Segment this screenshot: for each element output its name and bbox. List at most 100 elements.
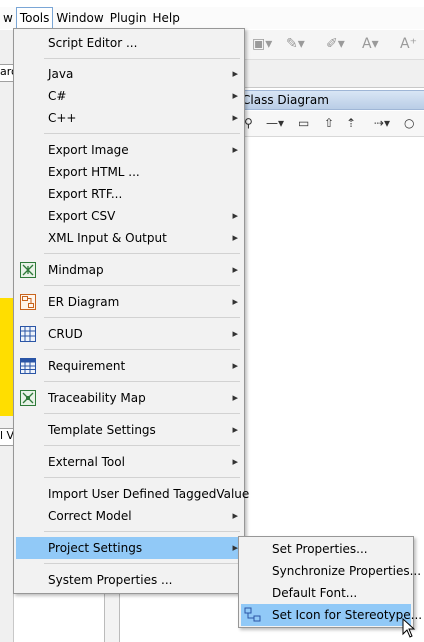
generalization-icon[interactable]: ⇧: [324, 116, 334, 130]
submenu-item-default-font[interactable]: Default Font...: [241, 582, 411, 604]
menu-item-label: Mindmap: [48, 263, 104, 277]
menu-item-label: ER Diagram: [48, 295, 120, 309]
submenu-arrow-icon: ▸: [232, 327, 238, 340]
menu-item-er-diagram[interactable]: ER Diagram ▸: [16, 291, 242, 313]
menu-view-partial[interactable]: w: [0, 7, 16, 29]
menu-tools[interactable]: Tools: [15, 7, 54, 29]
menu-item-java[interactable]: Java ▸: [16, 63, 242, 85]
class-tool-icon[interactable]: ▭: [298, 116, 309, 130]
submenu-arrow-icon: ▸: [232, 231, 238, 244]
menu-item-correct-model[interactable]: Correct Model ▸: [16, 505, 242, 527]
menu-item-traceability-map[interactable]: Traceability Map ▸: [16, 387, 242, 409]
submenu-arrow-icon: ▸: [232, 359, 238, 372]
submenu-arrow-icon: ▸: [232, 143, 238, 156]
realization-icon[interactable]: ⇡: [346, 116, 356, 130]
menu-separator: [44, 285, 240, 286]
menu-item-label: Export CSV: [48, 209, 116, 223]
submenu-item-set-properties[interactable]: Set Properties...: [241, 538, 411, 560]
submenu-arrow-icon: ▸: [232, 295, 238, 308]
line-color-icon[interactable]: ✐▾: [326, 36, 345, 52]
left-panel-tab: l Vi: [0, 428, 14, 446]
yellow-note: [0, 298, 14, 416]
menu-item-template-settings[interactable]: Template Settings ▸: [16, 419, 242, 441]
mouse-cursor-icon: [402, 618, 416, 638]
menu-help[interactable]: Help: [149, 7, 182, 29]
menu-bar: w Tools Window Plugin Help: [0, 7, 424, 29]
menu-item-export-csv[interactable]: Export CSV ▸: [16, 205, 242, 227]
menu-item-csharp[interactable]: C# ▸: [16, 85, 242, 107]
tab-bar: [240, 60, 424, 88]
menu-plugin[interactable]: Plugin: [107, 7, 150, 29]
menu-separator: [44, 317, 240, 318]
arrange-icon[interactable]: ▣▾: [252, 36, 272, 52]
menu-item-label: Project Settings: [48, 541, 143, 555]
menu-window[interactable]: Window: [53, 7, 106, 29]
submenu-arrow-icon: ▸: [232, 455, 238, 468]
font-color-icon[interactable]: A▾: [362, 36, 379, 52]
diagram-toolbar: ⚲ —▾ ▭ ⇧ ⇡ ⇢▾ ○: [240, 111, 424, 137]
fill-color-icon[interactable]: ✎▾: [286, 36, 305, 52]
submenu-arrow-icon: ▸: [232, 263, 238, 276]
menu-item-label: Script Editor ...: [48, 36, 138, 50]
crud-icon: [20, 326, 36, 342]
toolbar: ▣▾ ✎▾ ✐▾ A▾ A⁺: [240, 30, 424, 60]
menu-separator: [44, 445, 240, 446]
menu-item-label: XML Input & Output: [48, 231, 167, 245]
menu-item-label: Requirement: [48, 359, 126, 373]
stereotype-icon: [244, 607, 261, 622]
diagram-title: Class Diagram: [240, 90, 424, 110]
menu-item-label: C++: [48, 111, 77, 125]
tools-menu: Script Editor ... Java ▸ C# ▸ C++ ▸ Expo…: [13, 28, 249, 594]
menu-separator: [44, 58, 240, 59]
menu-item-crud[interactable]: CRUD ▸: [16, 323, 242, 345]
menu-item-label: Export Image: [48, 143, 129, 157]
submenu-item-label: Set Icon for Stereotype...: [272, 608, 423, 622]
menu-item-export-html[interactable]: Export HTML ...: [16, 161, 242, 183]
menu-separator: [44, 133, 240, 134]
menu-item-requirement[interactable]: Requirement ▸: [16, 355, 242, 377]
submenu-arrow-icon: ▸: [232, 509, 238, 522]
submenu-arrow-icon: ▸: [232, 423, 238, 436]
submenu-arrow-icon: ▸: [232, 391, 238, 404]
menu-item-label: System Properties ...: [48, 573, 173, 587]
menu-item-import-tagged-value[interactable]: Import User Defined TaggedValue: [16, 483, 249, 505]
submenu-item-label: Set Properties...: [272, 542, 368, 556]
left-panel-field: aro: [0, 64, 14, 82]
menu-item-label: Export HTML ...: [48, 165, 140, 179]
menu-item-external-tool[interactable]: External Tool ▸: [16, 451, 242, 473]
menu-separator: [44, 253, 240, 254]
font-size-icon[interactable]: A⁺: [400, 36, 417, 52]
menu-separator: [44, 413, 240, 414]
background-scroll-track: [104, 590, 120, 642]
menu-separator: [44, 381, 240, 382]
menu-item-system-properties[interactable]: System Properties ...: [16, 569, 242, 591]
submenu-arrow-icon: ▸: [232, 111, 238, 124]
menu-separator: [44, 531, 240, 532]
menu-item-label: Traceability Map: [48, 391, 146, 405]
project-settings-submenu: Set Properties... Synchronize Properties…: [238, 536, 422, 628]
er-diagram-icon: [20, 294, 36, 310]
submenu-item-label: Default Font...: [272, 586, 358, 600]
menu-item-xml-io[interactable]: XML Input & Output ▸: [16, 227, 242, 249]
pin-icon[interactable]: ⚲: [244, 116, 253, 130]
menu-item-label: CRUD: [48, 327, 83, 341]
menu-item-script-editor[interactable]: Script Editor ...: [16, 32, 242, 54]
requirement-icon: [20, 358, 36, 374]
association-icon[interactable]: ○: [404, 116, 414, 130]
menu-item-cpp[interactable]: C++ ▸: [16, 107, 242, 129]
menu-separator: [44, 349, 240, 350]
menu-separator: [44, 563, 240, 564]
menu-item-mindmap[interactable]: Mindmap ▸: [16, 259, 242, 281]
menu-separator: [44, 477, 240, 478]
submenu-item-set-icon-for-stereotype[interactable]: Set Icon for Stereotype...: [241, 604, 422, 626]
menu-item-label: Correct Model: [48, 509, 132, 523]
menu-item-label: Export RTF...: [48, 187, 123, 201]
menu-item-label: Template Settings: [48, 423, 156, 437]
submenu-arrow-icon: ▸: [232, 67, 238, 80]
dependency-icon[interactable]: ⇢▾: [374, 116, 390, 130]
menu-item-export-rtf[interactable]: Export RTF...: [16, 183, 242, 205]
menu-item-project-settings[interactable]: Project Settings ▸: [16, 537, 242, 559]
menu-item-export-image[interactable]: Export Image ▸: [16, 139, 242, 161]
submenu-item-synchronize-properties[interactable]: Synchronize Properties...: [241, 560, 421, 582]
line-tool-icon[interactable]: —▾: [266, 116, 284, 130]
